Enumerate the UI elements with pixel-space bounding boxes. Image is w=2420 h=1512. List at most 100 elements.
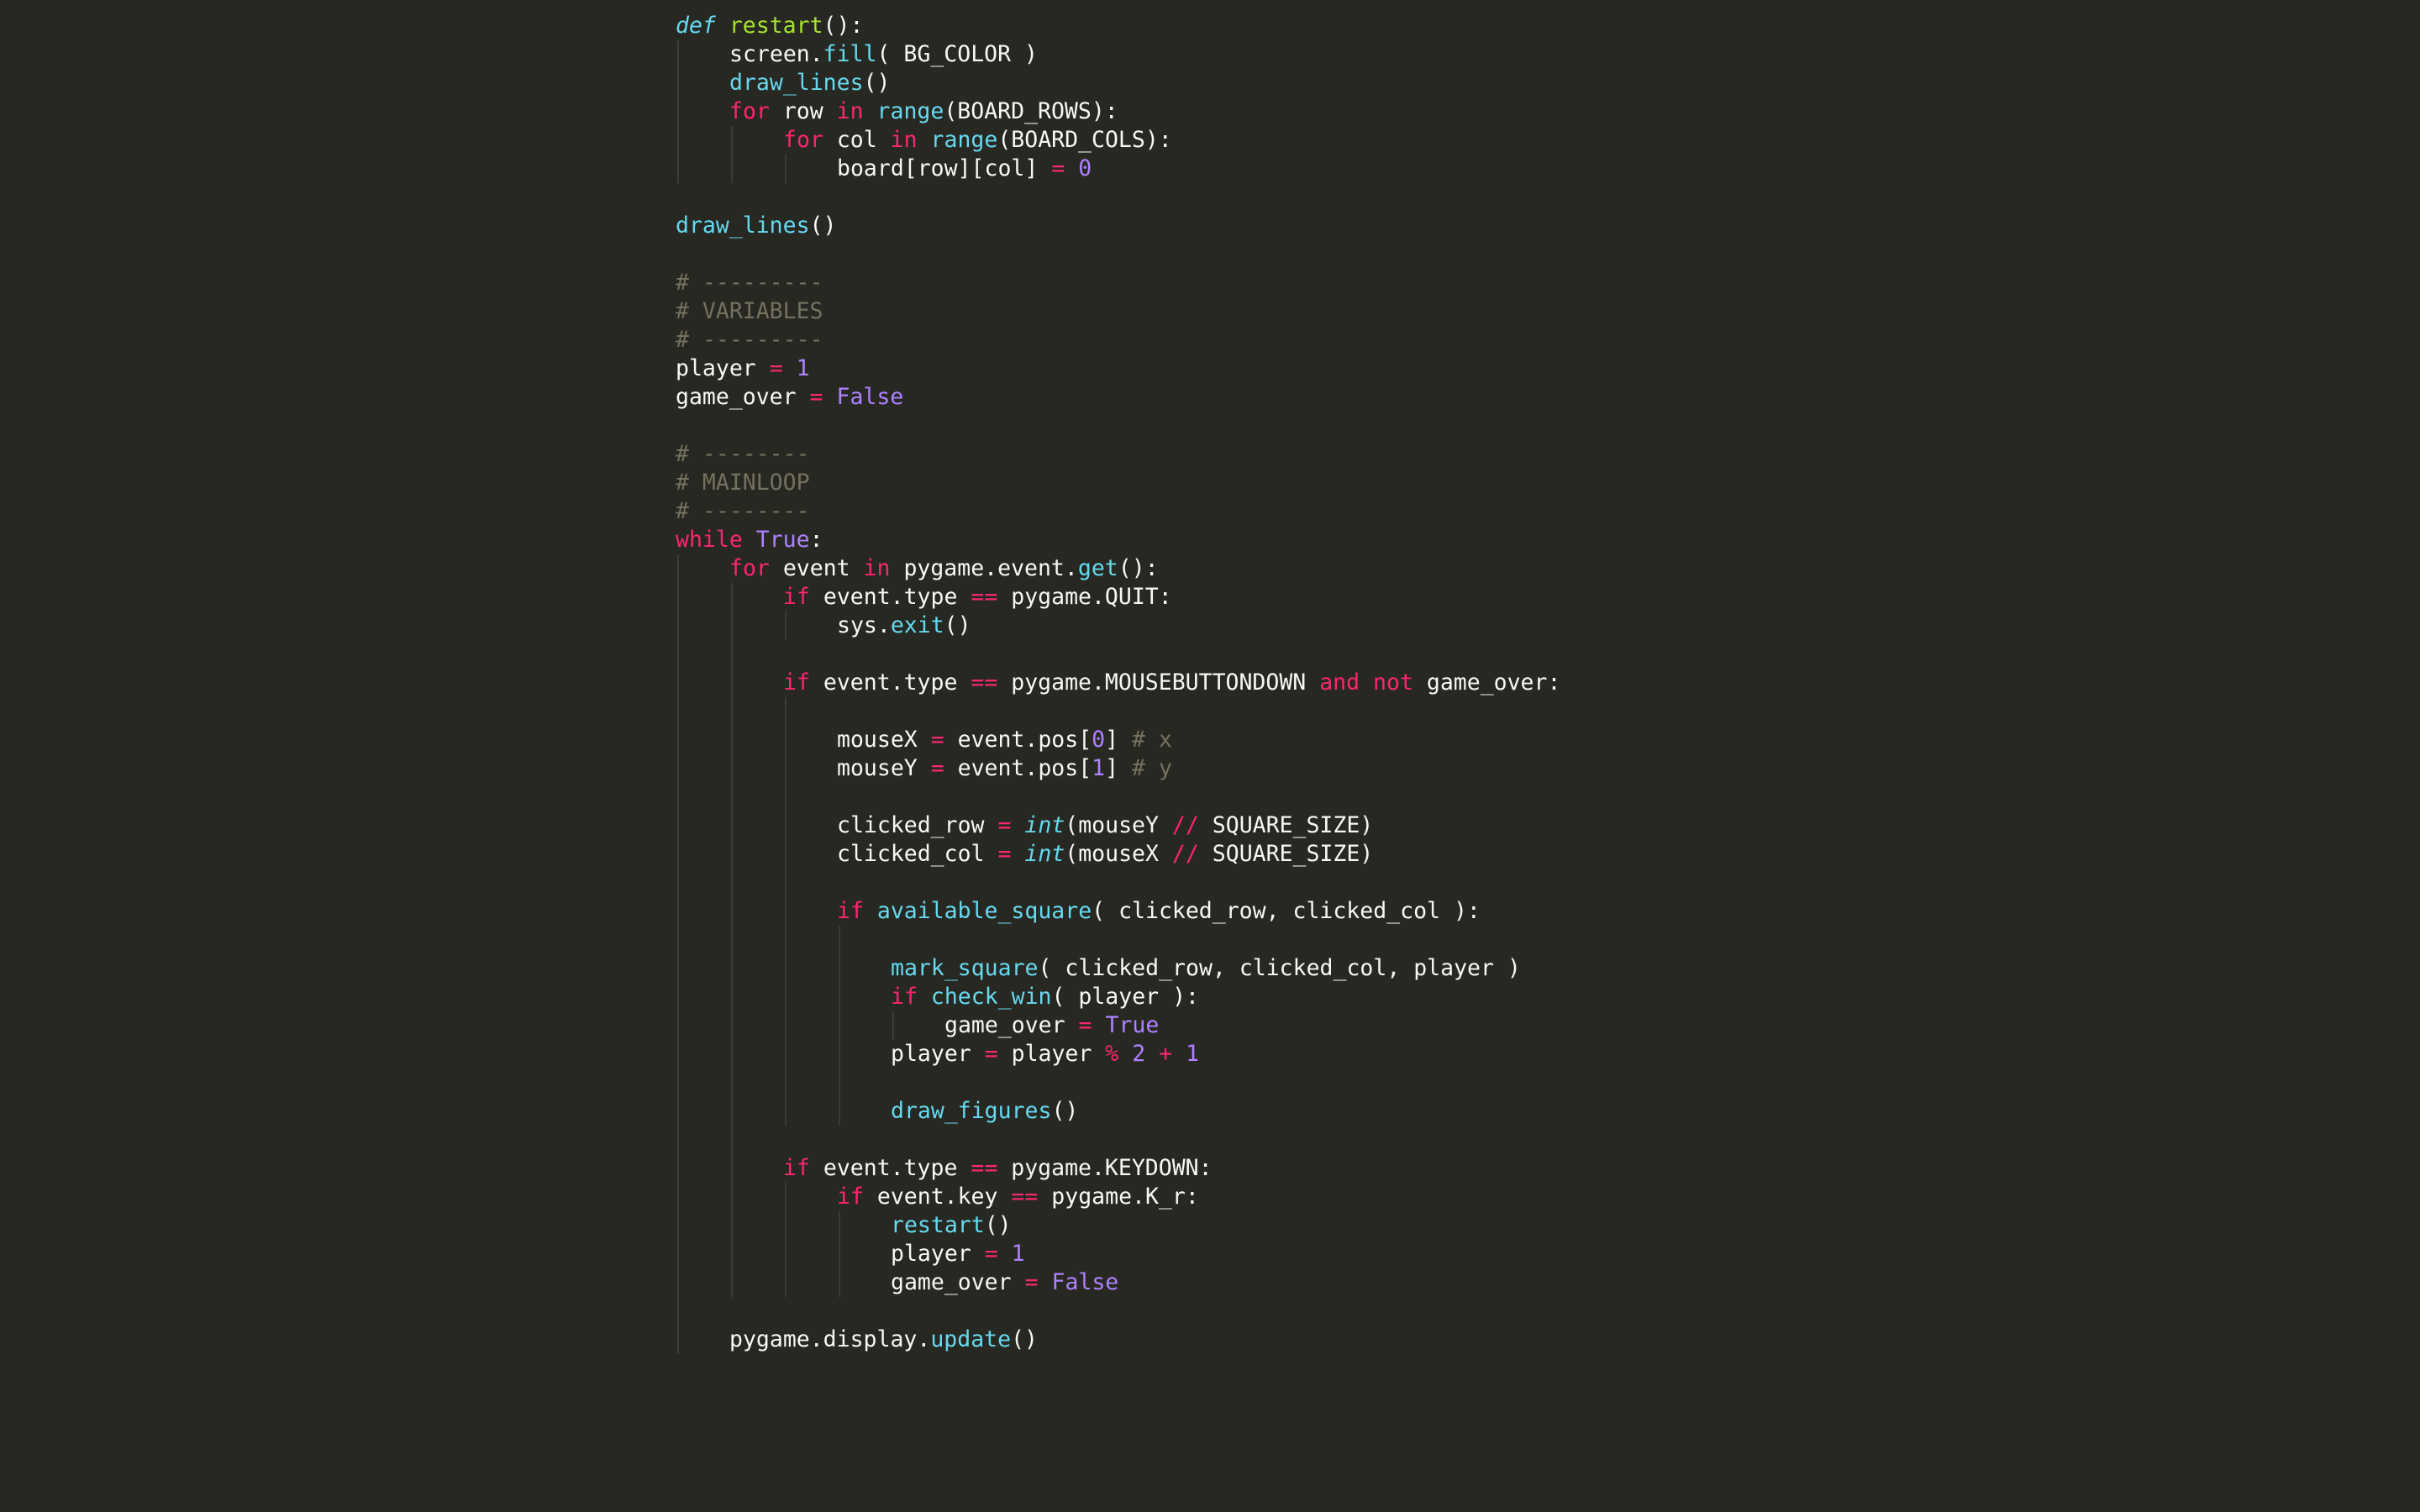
code-token: update: [930, 1326, 1012, 1352]
code-line[interactable]: if available_square( clicked_row, clicke…: [676, 897, 1936, 926]
indent-guide: [839, 1268, 840, 1297]
code-line[interactable]: [676, 869, 1936, 897]
code-token: (): [1051, 1098, 1079, 1124]
code-line[interactable]: if event.type == pygame.QUIT:: [676, 583, 1936, 612]
code-line[interactable]: restart(): [676, 1211, 1936, 1240]
code-line[interactable]: # VARIABLES: [676, 297, 1936, 326]
code-line[interactable]: [676, 640, 1936, 669]
indent-guide: [677, 612, 679, 640]
indent-guide: [677, 40, 679, 69]
code-token: (): [863, 70, 891, 96]
indent-guide: [677, 954, 679, 983]
code-token: (): [809, 213, 837, 239]
code-line[interactable]: [676, 697, 1936, 726]
indent-guide: [731, 1011, 733, 1040]
code-token: event.type: [809, 1155, 971, 1181]
indent-guide: [785, 954, 786, 983]
code-area[interactable]: def restart(): screen.fill( BG_COLOR ) dra…: [676, 12, 1936, 1354]
code-line[interactable]: player = player % 2 + 1: [676, 1040, 1936, 1068]
code-line[interactable]: [676, 240, 1936, 269]
code-line[interactable]: [676, 1068, 1936, 1097]
code-line[interactable]: mark_square( clicked_row, clicked_col, p…: [676, 954, 1936, 983]
code-token: +: [1159, 1041, 1173, 1067]
code-line[interactable]: if event.type == pygame.MOUSEBUTTONDOWN …: [676, 669, 1936, 697]
code-token: # y: [1132, 755, 1172, 781]
code-line[interactable]: game_over = False: [676, 1268, 1936, 1297]
code-line[interactable]: # --------: [676, 440, 1936, 469]
code-token: col: [823, 127, 891, 153]
indent-guide: [731, 1126, 733, 1154]
code-line[interactable]: [676, 412, 1936, 440]
code-line[interactable]: screen.fill( BG_COLOR ): [676, 40, 1936, 69]
code-line[interactable]: # --------: [676, 497, 1936, 526]
code-token: player: [891, 1041, 985, 1067]
indent-guide: [677, 1154, 679, 1183]
code-token: exit: [890, 612, 944, 638]
indent-guide: [677, 640, 679, 669]
code-line[interactable]: [676, 1297, 1936, 1326]
code-line[interactable]: [676, 183, 1936, 212]
indent-guide: [785, 754, 786, 783]
indent-guide: [677, 1126, 679, 1154]
code-line[interactable]: for col in range(BOARD_COLS):: [676, 126, 1936, 155]
code-editor[interactable]: def restart(): screen.fill( BG_COLOR ) dra…: [0, 0, 2420, 1512]
code-line[interactable]: mouseX = event.pos[0] # x: [676, 726, 1936, 754]
code-line[interactable]: draw_figures(): [676, 1097, 1936, 1126]
code-token: 1: [1092, 755, 1106, 781]
code-line[interactable]: [676, 783, 1936, 811]
indent-guide: [677, 1211, 679, 1240]
code-line[interactable]: [676, 926, 1936, 954]
code-line[interactable]: clicked_col = int(mouseX // SQUARE_SIZE): [676, 840, 1936, 869]
code-line[interactable]: def restart():: [676, 12, 1936, 40]
code-token: restart: [891, 1212, 985, 1238]
code-token: ( BG_COLOR ): [876, 41, 1038, 67]
indent-guide: [839, 983, 840, 1011]
indent-guide: [731, 869, 733, 897]
code-token: =: [809, 384, 823, 410]
code-line[interactable]: player = 1: [676, 1240, 1936, 1268]
code-line[interactable]: if event.type == pygame.KEYDOWN:: [676, 1154, 1936, 1183]
code-token: =: [1024, 1269, 1039, 1295]
code-line[interactable]: game_over = False: [676, 383, 1936, 412]
code-line[interactable]: board[row][col] = 0: [676, 155, 1936, 183]
code-line[interactable]: for event in pygame.event.get():: [676, 554, 1936, 583]
code-token: ( player ):: [1051, 984, 1199, 1010]
code-line[interactable]: # MAINLOOP: [676, 469, 1936, 497]
code-line[interactable]: sys.exit(): [676, 612, 1936, 640]
code-line[interactable]: pygame.display.update(): [676, 1326, 1936, 1354]
code-token: for: [729, 555, 770, 581]
indent-guide: [677, 811, 679, 840]
indent-guide: [731, 126, 733, 155]
code-line[interactable]: mouseY = event.pos[1] # y: [676, 754, 1936, 783]
code-line[interactable]: # ---------: [676, 269, 1936, 297]
code-token: clicked_col: [837, 841, 998, 867]
indent-guide: [839, 1211, 840, 1240]
code-token: =: [930, 727, 944, 753]
code-line[interactable]: # ---------: [676, 326, 1936, 354]
indent-guide: [731, 1211, 733, 1240]
code-line[interactable]: player = 1: [676, 354, 1936, 383]
code-line[interactable]: if event.key == pygame.K_r:: [676, 1183, 1936, 1211]
code-token: ]: [1105, 727, 1133, 753]
code-line[interactable]: [676, 1126, 1936, 1154]
indent-guide: [892, 1011, 894, 1040]
code-line[interactable]: draw_lines(): [676, 212, 1936, 240]
code-line[interactable]: game_over = True: [676, 1011, 1936, 1040]
code-token: =: [1051, 155, 1065, 181]
code-token: for: [729, 98, 770, 124]
code-token: %: [1105, 1041, 1119, 1067]
code-line[interactable]: if check_win( player ):: [676, 983, 1936, 1011]
indent-guide: [677, 126, 679, 155]
code-line[interactable]: for row in range(BOARD_ROWS):: [676, 97, 1936, 126]
code-line[interactable]: clicked_row = int(mouseY // SQUARE_SIZE): [676, 811, 1936, 840]
code-token: SQUARE_SIZE): [1198, 812, 1374, 838]
code-line[interactable]: while True:: [676, 526, 1936, 554]
code-line[interactable]: draw_lines(): [676, 69, 1936, 97]
code-token: game_over: [891, 1269, 1025, 1295]
indent-guide: [731, 1040, 733, 1068]
